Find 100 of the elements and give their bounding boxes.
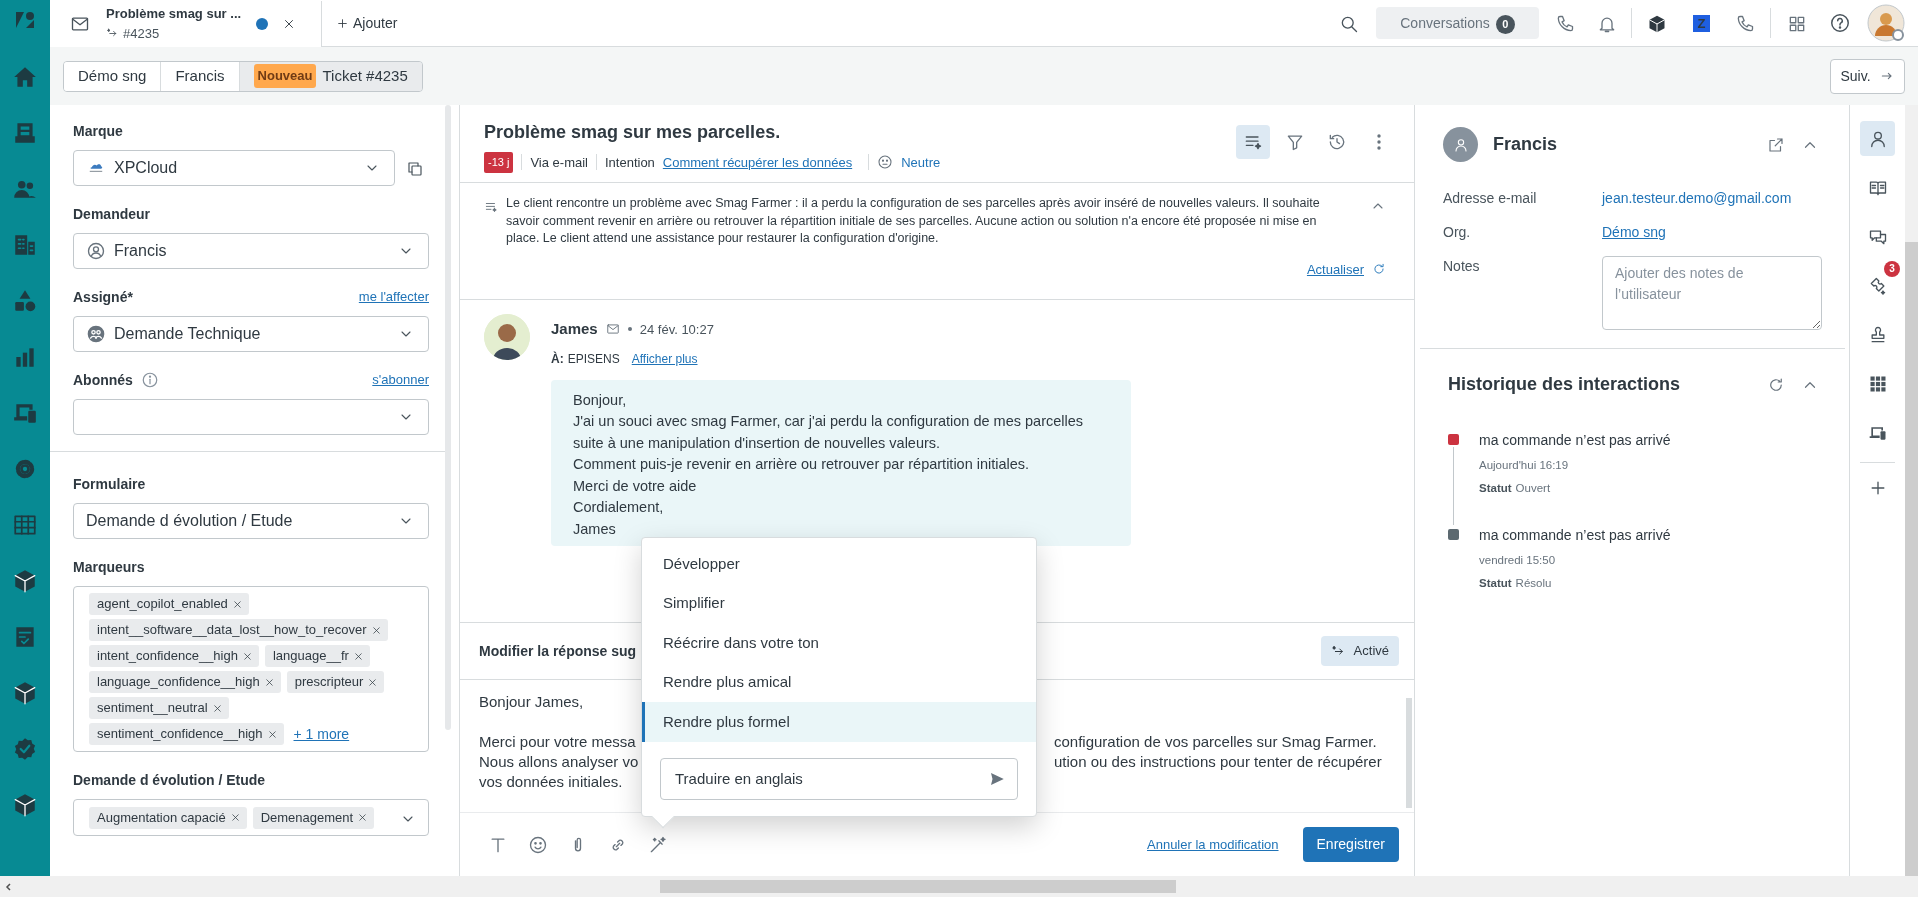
scrollbar[interactable]: [1905, 105, 1918, 876]
menu-item[interactable]: Réécrire dans votre ton: [642, 623, 1036, 663]
remove-icon[interactable]: [266, 728, 278, 740]
remove-icon[interactable]: [211, 702, 223, 714]
menu-item[interactable]: Rendre plus amical: [642, 662, 1036, 702]
intent-label: Intention: [604, 153, 655, 172]
message-line: J'ai un souci avec smag Farmer, car j'ai perdu la configuration de mes parcelles: [573, 412, 1085, 431]
external-link-icon[interactable]: [1767, 136, 1785, 155]
next-button[interactable]: Suiv.: [1830, 58, 1905, 94]
field-label: Marqueurs: [73, 557, 145, 577]
reply-text: Merci pour votre messa: [479, 732, 637, 752]
menu-item[interactable]: Rendre plus formel: [642, 702, 1036, 742]
reply-title: Modifier la réponse sug: [479, 641, 637, 661]
count-badge: 0: [1495, 14, 1515, 34]
select-field[interactable]: [73, 399, 429, 435]
neutral-face-icon: [877, 154, 894, 171]
tag-label: language__fr: [272, 647, 349, 666]
field-label: Demande d évolution / Etude: [73, 770, 266, 790]
copy-icon[interactable]: [406, 159, 424, 178]
breadcrumb[interactable]: Francis: [161, 61, 240, 91]
scrollbar[interactable]: [445, 105, 451, 730]
copilot-toggle[interactable]: Activé: [1320, 636, 1399, 666]
interaction-title[interactable]: ma commande n’est pas arrivé: [1479, 525, 1671, 546]
select-field[interactable]: Demande Technique: [73, 316, 429, 352]
org-link[interactable]: Démo sng: [1602, 222, 1666, 243]
tag-label: sentiment__neutral: [97, 699, 208, 718]
inbox-icon[interactable]: [12, 120, 38, 146]
breadcrumb[interactable]: Démo sng: [64, 61, 162, 91]
sidebar-tab[interactable]: [1860, 121, 1895, 156]
field-label: Org.: [1443, 223, 1472, 242]
scroll-left-icon[interactable]: [4, 881, 14, 892]
show-more-link[interactable]: Afficher plus: [631, 349, 698, 368]
help-icon[interactable]: [1829, 12, 1851, 35]
cube-icon[interactable]: [1647, 13, 1667, 34]
check-badge-icon[interactable]: [12, 736, 38, 762]
shapes-icon[interactable]: [12, 288, 38, 314]
remove-icon[interactable]: [263, 676, 275, 688]
add-tab-link[interactable]: Ajouter: [336, 12, 398, 34]
avatar[interactable]: [1867, 4, 1905, 42]
email-text: jean.testeur.demo@gmail.com: [1602, 189, 1793, 208]
menu-item[interactable]: Simplifier: [642, 583, 1036, 623]
remove-icon[interactable]: [357, 812, 369, 823]
author-name: James: [551, 319, 598, 339]
remove-icon[interactable]: [370, 624, 382, 636]
phone-icon[interactable]: [1555, 13, 1575, 34]
field-label: Assigné*: [73, 287, 133, 307]
group-icon: [86, 324, 106, 344]
plus-icon: [336, 16, 349, 30]
notes-field[interactable]: Ajouter des notes de l’utilisateur: [1602, 256, 1822, 330]
ai-summary-button[interactable]: [1236, 125, 1270, 159]
tab-title: Problème smag sur ...: [106, 5, 243, 23]
history-icon: [1327, 132, 1347, 152]
menu-item[interactable]: Développer: [642, 544, 1036, 584]
field-label: Demandeur: [73, 204, 151, 224]
emoji-icon[interactable]: [528, 835, 548, 856]
field-link[interactable]: me l'affecter: [358, 287, 429, 307]
intent-link[interactable]: Comment récupérer les données: [662, 152, 853, 172]
person-icon: [1452, 136, 1469, 153]
select-field[interactable]: Demande d évolution / Etude: [73, 503, 429, 539]
save-button[interactable]: Enregistrer: [1302, 827, 1399, 862]
scrollbar[interactable]: [1406, 698, 1412, 808]
cube-icon[interactable]: [12, 792, 38, 818]
prompt-field[interactable]: Traduire en anglais: [660, 757, 1018, 800]
more-link[interactable]: + 1 more: [293, 723, 350, 745]
info-icon[interactable]: [140, 371, 159, 389]
interaction-time: Aujourd'hui 16:19: [1479, 458, 1570, 473]
interaction-time: vendredi 15:50: [1479, 553, 1557, 568]
phone-icon[interactable]: [1735, 13, 1755, 34]
remove-icon[interactable]: [367, 676, 379, 688]
refresh-link[interactable]: Actualiser: [1306, 259, 1364, 279]
tag-label: agent_copilot_enabled: [97, 595, 228, 614]
breadcrumb[interactable]: Nouveau Ticket #4235: [239, 61, 422, 91]
ticket-tab[interactable]: Problème smag sur ... #4235: [50, 0, 322, 47]
separator-dot: [627, 327, 632, 332]
tags-field[interactable]: Augmentation capacié Demenagement: [73, 799, 429, 836]
channel-text: Via e-mail: [530, 153, 588, 172]
table-icon[interactable]: [12, 512, 38, 538]
field-link[interactable]: s'abonner: [372, 370, 429, 390]
interaction-title[interactable]: ma commande n’est pas arrivé: [1479, 430, 1671, 451]
remove-icon[interactable]: [241, 650, 253, 662]
tag-label: Demenagement: [260, 808, 354, 827]
select-field[interactable]: XPCloud: [73, 150, 395, 186]
cancel-link[interactable]: Annuler la modification: [1147, 834, 1279, 855]
message-time: 24 fév. 10:27: [639, 320, 714, 339]
conversations-button[interactable]: Conversations 0: [1376, 7, 1539, 39]
summary-icon: [484, 200, 498, 215]
building-icon[interactable]: [12, 232, 38, 258]
cube-icon[interactable]: [12, 568, 38, 594]
tags-field[interactable]: agent_copilot_enabled intent__software__data_lost__how_to_recover intent_confidence__high language__fr language_confidence__high prescripteur sentiment__neutral sentiment_confidence__high + 1 more: [73, 586, 429, 752]
field-label: Formulaire: [73, 474, 146, 494]
tag-label: intent_confidence__high: [97, 647, 238, 666]
scrollbar[interactable]: [0, 876, 1918, 897]
remove-icon[interactable]: [229, 812, 241, 823]
remove-icon[interactable]: [352, 650, 364, 662]
remove-icon[interactable]: [231, 598, 243, 610]
refresh-icon[interactable]: [1372, 262, 1386, 277]
message-line: Comment puis-je revenir en arrière ou retrouver par répartition initiales.: [573, 455, 1031, 474]
cube-icon[interactable]: [12, 680, 38, 706]
status-text: Ouvert: [1515, 481, 1551, 497]
select-field[interactable]: Francis: [73, 233, 429, 269]
